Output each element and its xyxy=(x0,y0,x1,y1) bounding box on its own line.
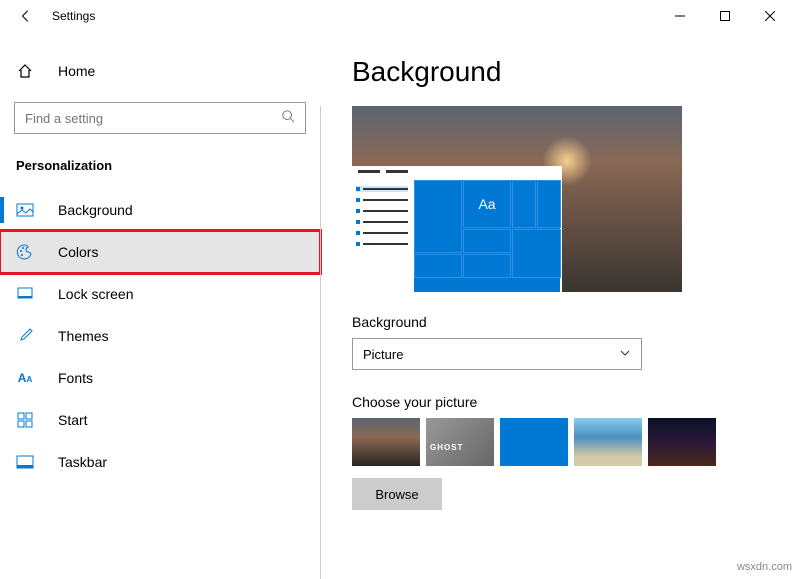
sidebar-item-label: Start xyxy=(58,412,88,428)
picture-icon xyxy=(16,201,34,219)
maximize-button[interactable] xyxy=(702,2,747,30)
sidebar-item-background[interactable]: Background xyxy=(0,189,320,231)
sidebar-item-label: Taskbar xyxy=(58,454,107,470)
divider xyxy=(320,106,321,579)
sidebar: Home Personalization Background Colors L… xyxy=(0,32,320,579)
sidebar-item-label: Background xyxy=(58,202,133,218)
home-label: Home xyxy=(58,63,95,79)
chevron-down-icon xyxy=(619,347,631,362)
search-field[interactable] xyxy=(25,111,281,126)
sidebar-item-label: Colors xyxy=(58,244,98,260)
close-button[interactable] xyxy=(747,2,792,30)
brush-icon xyxy=(16,327,34,345)
home-link[interactable]: Home xyxy=(0,52,320,90)
picture-thumb-2[interactable] xyxy=(426,418,494,466)
sidebar-item-colors[interactable]: Colors xyxy=(0,231,320,273)
sidebar-item-fonts[interactable]: AA Fonts xyxy=(0,357,320,399)
preview-aa: Aa xyxy=(463,180,511,228)
sidebar-item-themes[interactable]: Themes xyxy=(0,315,320,357)
picture-thumb-5[interactable] xyxy=(648,418,716,466)
picture-thumb-3[interactable] xyxy=(500,418,568,466)
lockscreen-icon xyxy=(16,285,34,303)
search-input[interactable] xyxy=(14,102,306,134)
window-title: Settings xyxy=(52,9,95,23)
background-preview: Aa xyxy=(352,106,682,292)
section-heading: Personalization xyxy=(0,154,320,189)
picture-thumbnails xyxy=(352,418,768,466)
picture-thumb-4[interactable] xyxy=(574,418,642,466)
background-dropdown-label: Background xyxy=(352,314,768,330)
back-button[interactable] xyxy=(16,6,36,26)
sidebar-item-label: Fonts xyxy=(58,370,93,386)
palette-icon xyxy=(16,243,34,261)
start-icon xyxy=(16,411,34,429)
sidebar-item-label: Lock screen xyxy=(58,286,133,302)
watermark: wsxdn.com xyxy=(737,561,792,573)
home-icon xyxy=(16,62,34,80)
main-panel: Background Aa xyxy=(320,32,800,579)
browse-button[interactable]: Browse xyxy=(352,478,442,510)
search-icon xyxy=(281,109,295,128)
minimize-button[interactable] xyxy=(657,2,702,30)
background-dropdown[interactable]: Picture xyxy=(352,338,642,370)
sidebar-item-start[interactable]: Start xyxy=(0,399,320,441)
choose-picture-label: Choose your picture xyxy=(352,394,768,410)
dropdown-value: Picture xyxy=(363,347,403,362)
sidebar-item-label: Themes xyxy=(58,328,109,344)
page-title: Background xyxy=(352,56,768,88)
sidebar-item-lockscreen[interactable]: Lock screen xyxy=(0,273,320,315)
sidebar-item-taskbar[interactable]: Taskbar xyxy=(0,441,320,483)
picture-thumb-1[interactable] xyxy=(352,418,420,466)
taskbar-icon xyxy=(16,453,34,471)
fonts-icon: AA xyxy=(16,369,34,387)
